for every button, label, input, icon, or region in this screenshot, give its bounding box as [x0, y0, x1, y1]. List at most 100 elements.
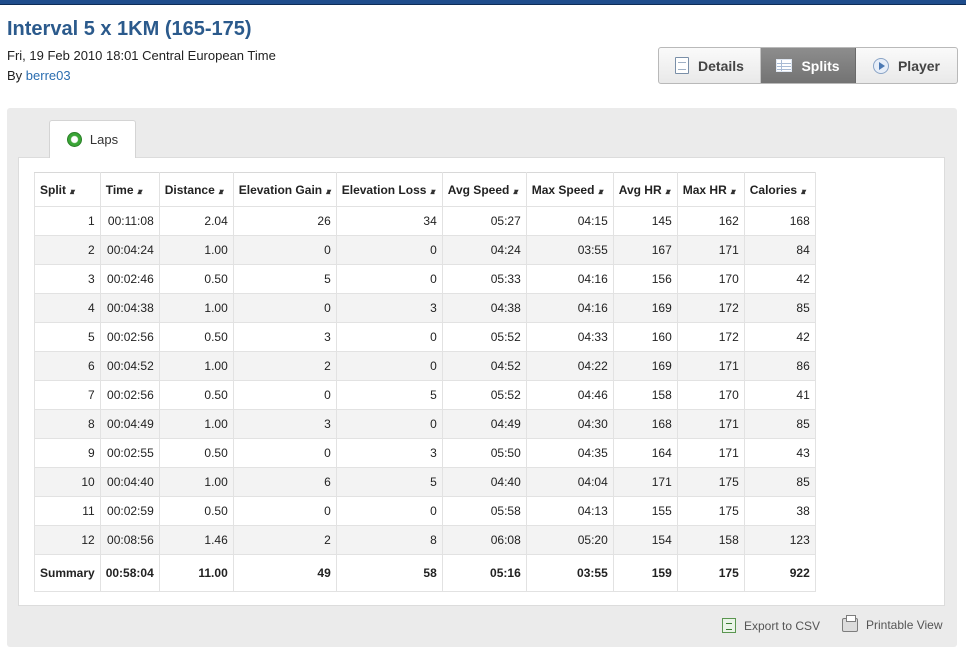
- export-csv-link[interactable]: Export to CSV: [722, 618, 820, 633]
- cell-elevation-loss: 0: [335, 496, 443, 526]
- workout-date: Fri, 19 Feb 2010 18:01 Central European …: [7, 48, 276, 63]
- author-link[interactable]: berre03: [26, 68, 71, 83]
- cell-avg-speed: 05:50: [441, 438, 527, 468]
- cell-split: 6: [34, 351, 101, 381]
- cell-elevation-gain: 0: [232, 235, 337, 265]
- cell-avg-speed: 04:49: [441, 409, 527, 439]
- cell-elevation-gain: 2: [232, 351, 337, 381]
- cell-max-hr: 171: [676, 235, 745, 265]
- summary-max-hr: 175: [676, 554, 745, 592]
- summary-calories: 922: [743, 554, 816, 592]
- cell-distance: 1.00: [158, 351, 234, 381]
- cell-distance: 0.50: [158, 322, 234, 352]
- sort-arrows-icon: ▴▾: [730, 186, 736, 196]
- cell-max-speed: 04:13: [525, 496, 614, 526]
- cell-elevation-gain: 3: [232, 322, 337, 352]
- tab-splits[interactable]: Splits: [761, 48, 856, 83]
- column-header-max-hr[interactable]: Max HR ▴▾: [676, 172, 745, 207]
- column-header-time[interactable]: Time ▴▾: [99, 172, 160, 207]
- cell-max-speed: 04:33: [525, 322, 614, 352]
- printable-view-link[interactable]: Printable View: [842, 615, 943, 632]
- column-header-max-speed[interactable]: Max Speed ▴▾: [525, 172, 614, 207]
- cell-max-hr: 171: [676, 409, 745, 439]
- cell-max-hr: 175: [676, 467, 745, 497]
- cell-calories: 168: [743, 206, 816, 236]
- cell-distance: 1.46: [158, 525, 234, 555]
- cell-avg-speed: 04:40: [441, 467, 527, 497]
- table-row: 2 00:04:24 1.00 0 0 04:24 03:55 167 171 84: [34, 235, 816, 265]
- table-header-row: Split ▴▾ Time ▴▾ Distance ▴▾ Elevation Gain…: [34, 172, 816, 207]
- cell-max-hr: 162: [676, 206, 745, 236]
- column-header-avg-hr[interactable]: Avg HR ▴▾: [612, 172, 678, 207]
- table-row: 9 00:02:55 0.50 0 3 05:50 04:35 164 171 43: [34, 438, 816, 468]
- cell-calories: 85: [743, 293, 816, 323]
- column-header-elevation-loss[interactable]: Elevation Loss ▴▾: [335, 172, 443, 207]
- cell-max-hr: 172: [676, 293, 745, 323]
- cell-calories: 123: [743, 525, 816, 555]
- cell-avg-hr: 164: [612, 438, 678, 468]
- summary-time: 00:58:04: [99, 554, 160, 592]
- cell-avg-hr: 155: [612, 496, 678, 526]
- sort-arrows-icon: ▴▾: [801, 186, 806, 196]
- view-tabs: Details Splits Player: [658, 47, 958, 84]
- table-row: 4 00:04:38 1.00 0 3 04:38 04:16 169 172 85: [34, 293, 816, 323]
- cell-avg-speed: 04:38: [441, 293, 527, 323]
- table-row: 7 00:02:56 0.50 0 5 05:52 04:46 158 170 41: [34, 380, 816, 410]
- table-row: 3 00:02:46 0.50 5 0 05:33 04:16 156 170 42: [34, 264, 816, 294]
- column-header-split[interactable]: Split ▴▾: [34, 172, 101, 207]
- cell-split: 3: [34, 264, 101, 294]
- cell-elevation-gain: 0: [232, 380, 337, 410]
- cell-split: 4: [34, 293, 101, 323]
- column-header-avg-speed[interactable]: Avg Speed ▴▾: [441, 172, 527, 207]
- cell-time: 00:08:56: [99, 525, 160, 555]
- cell-elevation-loss: 8: [335, 525, 443, 555]
- table-row: 11 00:02:59 0.50 0 0 05:58 04:13 155 175 38: [34, 496, 816, 526]
- sort-arrows-icon: ▴▾: [430, 186, 435, 196]
- table-row: 6 00:04:52 1.00 2 0 04:52 04:22 169 171 86: [34, 351, 816, 381]
- cell-elevation-gain: 3: [232, 409, 337, 439]
- page-title: Interval 5 x 1KM (165-175): [7, 18, 252, 40]
- table-row: 8 00:04:49 1.00 3 0 04:49 04:30 168 171 85: [34, 409, 816, 439]
- summary-avg-hr: 159: [612, 554, 678, 592]
- tab-player[interactable]: Player: [856, 48, 957, 83]
- cell-time: 00:04:40: [99, 467, 160, 497]
- cell-distance: 0.50: [158, 380, 234, 410]
- cell-calories: 42: [743, 322, 816, 352]
- cell-elevation-gain: 6: [232, 467, 337, 497]
- cell-avg-speed: 06:08: [441, 525, 527, 555]
- cell-max-hr: 175: [676, 496, 745, 526]
- cell-split: 1: [34, 206, 101, 236]
- cell-max-hr: 171: [676, 438, 745, 468]
- cell-max-speed: 04:04: [525, 467, 614, 497]
- table-row: 1 00:11:08 2.04 26 34 05:27 04:15 145 162 168: [34, 206, 816, 236]
- column-header-distance[interactable]: Distance ▴▾: [158, 172, 234, 207]
- tab-laps[interactable]: Laps: [49, 120, 136, 158]
- document-icon: [675, 57, 690, 74]
- cell-elevation-loss: 5: [335, 467, 443, 497]
- cell-distance: 0.50: [158, 496, 234, 526]
- cell-max-hr: 171: [676, 351, 745, 381]
- cell-split: 12: [34, 525, 101, 555]
- table-row: 10 00:04:40 1.00 6 5 04:40 04:04 171 175 85: [34, 467, 816, 497]
- cell-avg-hr: 158: [612, 380, 678, 410]
- cell-calories: 85: [743, 409, 816, 439]
- column-header-elevation-gain[interactable]: Elevation Gain ▴▾: [232, 172, 337, 207]
- cell-calories: 42: [743, 264, 816, 294]
- cell-elevation-gain: 0: [232, 293, 337, 323]
- cell-calories: 85: [743, 467, 816, 497]
- tab-details[interactable]: Details: [659, 48, 761, 83]
- summary-distance: 11.00: [158, 554, 234, 592]
- cell-avg-speed: 05:33: [441, 264, 527, 294]
- cell-avg-hr: 167: [612, 235, 678, 265]
- cell-elevation-gain: 0: [232, 496, 337, 526]
- cell-elevation-loss: 5: [335, 380, 443, 410]
- export-csv-label: Export to CSV: [744, 618, 821, 633]
- cell-calories: 38: [743, 496, 816, 526]
- cell-max-speed: 04:15: [525, 206, 614, 236]
- cell-avg-speed: 04:24: [441, 235, 527, 265]
- cell-elevation-loss: 0: [335, 264, 443, 294]
- column-header-calories[interactable]: Calories ▴▾: [743, 172, 816, 207]
- cell-elevation-loss: 0: [335, 322, 443, 352]
- summary-max-speed: 03:55: [525, 554, 614, 592]
- byline: By berre03: [7, 68, 71, 83]
